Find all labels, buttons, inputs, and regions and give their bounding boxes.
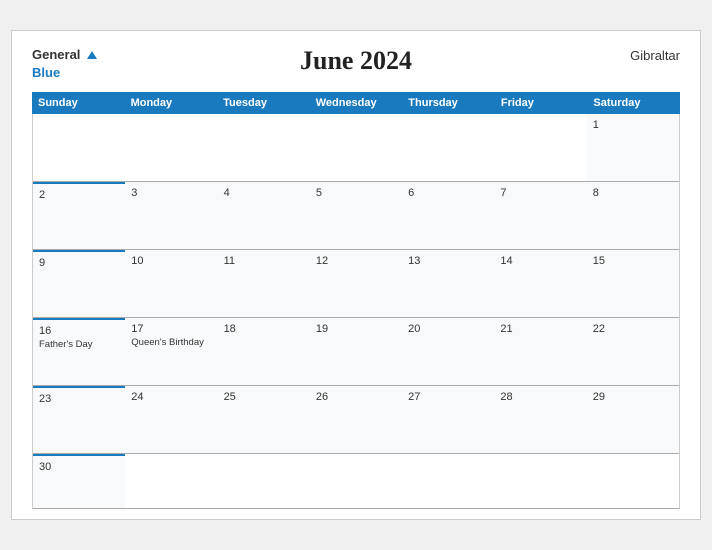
day-cell (125, 114, 217, 182)
day-cell: 19 (310, 318, 402, 386)
day-number: 21 (500, 323, 580, 335)
day-cell (310, 454, 402, 509)
day-cell: 26 (310, 386, 402, 454)
day-cell (125, 454, 217, 509)
day-cell: 16 Father's Day (33, 318, 125, 386)
day-cell (587, 454, 679, 509)
day-cell (33, 114, 125, 182)
day-number: 8 (593, 187, 673, 199)
day-number: 23 (39, 393, 119, 405)
day-number: 10 (131, 255, 211, 267)
day-cell: 20 (402, 318, 494, 386)
day-cell: 30 (33, 454, 125, 509)
day-number: 4 (224, 187, 304, 199)
day-cell: 2 (33, 182, 125, 250)
day-cell: 12 (310, 250, 402, 318)
event-text: Father's Day (39, 339, 119, 351)
day-cell: 27 (402, 386, 494, 454)
day-cell (402, 454, 494, 509)
day-header-saturday: Saturday (587, 92, 680, 114)
day-number: 3 (131, 187, 211, 199)
day-cell: 23 (33, 386, 125, 454)
day-number: 7 (500, 187, 580, 199)
logo-general: General (32, 47, 80, 62)
day-cell: 4 (218, 182, 310, 250)
calendar-header: General Blue June 2024 Gibraltar (32, 46, 680, 82)
day-cell: 10 (125, 250, 217, 318)
day-number: 1 (593, 119, 673, 131)
day-cell: 14 (494, 250, 586, 318)
day-number: 29 (593, 391, 673, 403)
day-number: 27 (408, 391, 488, 403)
day-header-wednesday: Wednesday (310, 92, 403, 114)
day-cell: 1 (587, 114, 679, 182)
day-cell (310, 114, 402, 182)
day-header-tuesday: Tuesday (217, 92, 310, 114)
day-cell (218, 454, 310, 509)
day-cell: 11 (218, 250, 310, 318)
day-number: 11 (224, 255, 304, 267)
day-number: 12 (316, 255, 396, 267)
day-cell: 3 (125, 182, 217, 250)
day-cell: 5 (310, 182, 402, 250)
day-cell: 28 (494, 386, 586, 454)
calendar-region: Gibraltar (630, 48, 680, 63)
day-number: 20 (408, 323, 488, 335)
day-cell: 22 (587, 318, 679, 386)
day-number: 19 (316, 323, 396, 335)
day-number: 9 (39, 257, 119, 269)
day-number: 14 (500, 255, 580, 267)
day-cell: 15 (587, 250, 679, 318)
day-header-sunday: Sunday (32, 92, 125, 114)
day-number: 15 (593, 255, 673, 267)
day-cell (402, 114, 494, 182)
calendar-container: General Blue June 2024 Gibraltar Sunday … (11, 30, 701, 520)
day-cell (494, 454, 586, 509)
logo-line2: Blue (32, 64, 60, 82)
day-cell: 13 (402, 250, 494, 318)
day-cell (218, 114, 310, 182)
calendar-title: June 2024 (300, 46, 412, 76)
day-number: 22 (593, 323, 673, 335)
day-number: 24 (131, 391, 211, 403)
day-cell: 9 (33, 250, 125, 318)
day-cell: 6 (402, 182, 494, 250)
calendar-grid: 12345678910111213141516Father's Day17Que… (32, 114, 680, 509)
day-number: 6 (408, 187, 488, 199)
day-number: 26 (316, 391, 396, 403)
day-number: 5 (316, 187, 396, 199)
day-header-thursday: Thursday (402, 92, 495, 114)
day-cell: 18 (218, 318, 310, 386)
day-cell: 25 (218, 386, 310, 454)
day-number: 30 (39, 461, 119, 473)
day-number: 13 (408, 255, 488, 267)
logo: General Blue (32, 46, 97, 82)
day-cell: 7 (494, 182, 586, 250)
logo-triangle-icon (87, 51, 97, 59)
day-cell: 17 Queen's Birthday (125, 318, 217, 386)
event-text: Queen's Birthday (131, 337, 211, 349)
logo-blue: Blue (32, 65, 60, 80)
day-cell (494, 114, 586, 182)
day-number: 28 (500, 391, 580, 403)
day-cell: 21 (494, 318, 586, 386)
day-header-monday: Monday (125, 92, 218, 114)
day-number: 2 (39, 189, 119, 201)
day-number: 18 (224, 323, 304, 335)
day-cell: 29 (587, 386, 679, 454)
day-header-friday: Friday (495, 92, 588, 114)
day-number: 16 (39, 325, 119, 337)
day-number: 17 (131, 323, 211, 335)
day-cell: 24 (125, 386, 217, 454)
day-number: 25 (224, 391, 304, 403)
logo-line1: General (32, 46, 97, 64)
days-header: Sunday Monday Tuesday Wednesday Thursday… (32, 92, 680, 114)
day-cell: 8 (587, 182, 679, 250)
